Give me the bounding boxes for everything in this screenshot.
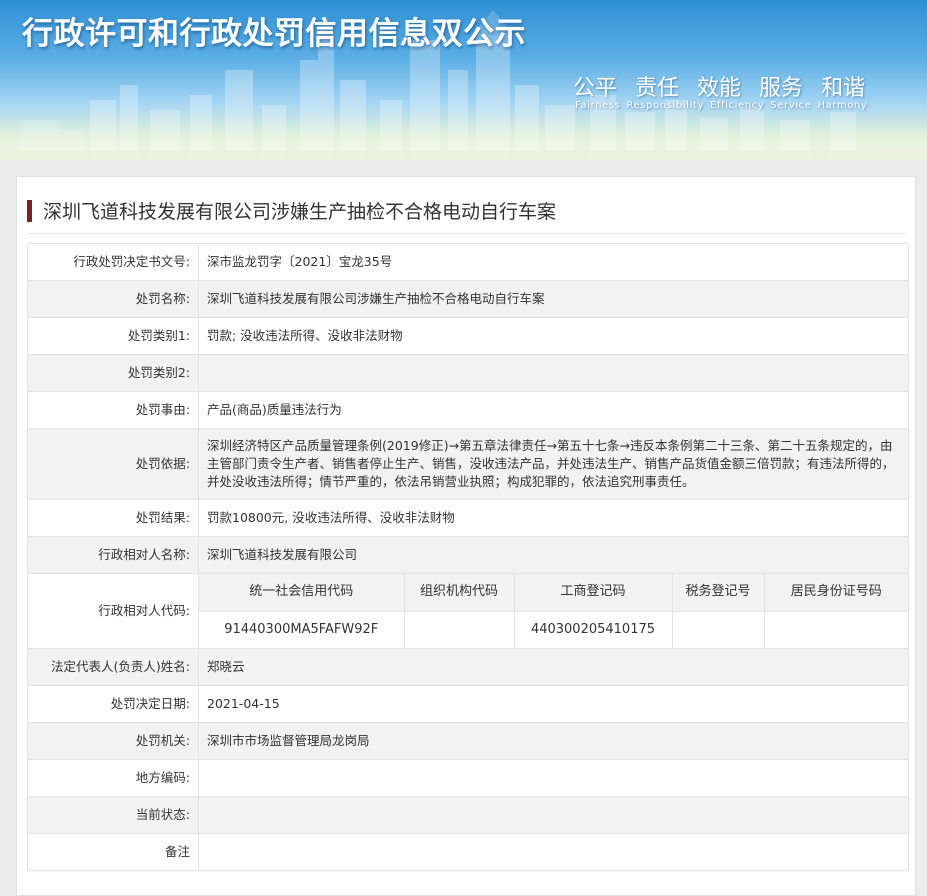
slogan-word-en: Harmony bbox=[817, 100, 868, 111]
case-header: 深圳飞道科技发展有限公司涉嫌生产抽检不合格电动自行车案 bbox=[27, 195, 905, 234]
code-value-cell bbox=[763, 610, 908, 648]
code-header-cell: 统一社会信用代码 bbox=[199, 574, 405, 612]
code-value-cell: 91440300MA5FAFW92F bbox=[199, 610, 405, 648]
table-row: 处罚类别2: bbox=[27, 354, 909, 392]
table-row: 处罚机关: 深圳市市场监督管理局龙岗局 bbox=[27, 722, 909, 760]
code-value-cell bbox=[671, 610, 765, 648]
table-row: 地方编码: bbox=[27, 759, 909, 797]
legal-rep-label: 法定代表人(负责人)姓名: bbox=[27, 648, 199, 686]
decision-date-value: 2021-04-15 bbox=[198, 685, 909, 723]
header-banner: 行政许可和行政处罚信用信息双公示 公平 责任 效能 服务 和谐 Fairness… bbox=[0, 0, 927, 160]
code-header-cell: 组织机构代码 bbox=[403, 574, 515, 612]
category2-label: 处罚类别2: bbox=[27, 354, 199, 392]
decision-date-label: 处罚决定日期: bbox=[27, 685, 199, 723]
result-value: 罚款10800元, 没收违法所得、没收非法财物 bbox=[198, 499, 909, 537]
local-code-value bbox=[198, 759, 909, 797]
table-row: 处罚名称: 深圳飞道科技发展有限公司涉嫌生产抽检不合格电动自行车案 bbox=[27, 280, 909, 318]
code-header-cell: 工商登记码 bbox=[513, 574, 673, 612]
status-value bbox=[198, 796, 909, 834]
table-row: 行政相对人名称: 深圳飞道科技发展有限公司 bbox=[27, 536, 909, 574]
code-header-cell: 居民身份证号码 bbox=[763, 574, 908, 612]
table-row: 处罚决定日期: 2021-04-15 bbox=[27, 685, 909, 723]
case-title: 深圳飞道科技发展有限公司涉嫌生产抽检不合格电动自行车案 bbox=[43, 201, 557, 223]
slogan-word: 责任 bbox=[635, 76, 680, 101]
penalty-name-label: 处罚名称: bbox=[27, 280, 199, 318]
result-label: 处罚结果: bbox=[27, 499, 199, 537]
status-label: 当前状态: bbox=[27, 796, 199, 834]
decision-no-label: 行政处罚决定书文号: bbox=[27, 243, 199, 281]
slogan-word-en: Service bbox=[770, 100, 812, 111]
slogan-word: 公平 bbox=[573, 76, 618, 101]
slogan-word-en: Efficiency bbox=[709, 100, 765, 111]
slogan-word-en: Fairness bbox=[575, 100, 621, 111]
remarks-label: 备注 bbox=[27, 833, 199, 871]
slogan-english: Fairness Responsibility Efficiency Servi… bbox=[575, 100, 867, 111]
table-row: 处罚依据: 深圳经济特区产品质量管理条例(2019修正)→第五章法律责任→第五十… bbox=[27, 428, 909, 500]
authority-value: 深圳市市场监督管理局龙岗局 bbox=[198, 722, 909, 760]
local-code-label: 地方编码: bbox=[27, 759, 199, 797]
code-value-cell bbox=[403, 610, 515, 648]
site-title: 行政许可和行政处罚信用信息双公示 bbox=[22, 16, 526, 52]
case-detail-panel: 深圳飞道科技发展有限公司涉嫌生产抽检不合格电动自行车案 行政处罚决定书文号: 深… bbox=[16, 176, 916, 896]
basis-value: 深圳经济特区产品质量管理条例(2019修正)→第五章法律责任→第五十七条→违反本… bbox=[198, 428, 909, 500]
table-row: 处罚结果: 罚款10800元, 没收违法所得、没收非法财物 bbox=[27, 499, 909, 537]
party-name-label: 行政相对人名称: bbox=[27, 536, 199, 574]
code-header-cell: 税务登记号 bbox=[671, 574, 765, 612]
authority-label: 处罚机关: bbox=[27, 722, 199, 760]
decision-no-value: 深市监龙罚字〔2021〕宝龙35号 bbox=[198, 243, 909, 281]
slogan-word-en: Responsibility bbox=[626, 100, 704, 111]
category1-value: 罚款; 没收违法所得、没收非法财物 bbox=[198, 317, 909, 355]
case-info-table: 行政处罚决定书文号: 深市监龙罚字〔2021〕宝龙35号 处罚名称: 深圳飞道科… bbox=[27, 243, 909, 871]
slogan-word: 效能 bbox=[697, 76, 742, 101]
code-value-cell: 440300205410175 bbox=[513, 610, 673, 648]
table-row: 处罚类别1: 罚款; 没收违法所得、没收非法财物 bbox=[27, 317, 909, 355]
table-row: 当前状态: bbox=[27, 796, 909, 834]
code-header-row: 统一社会信用代码 组织机构代码 工商登记码 税务登记号 居民身份证号码 bbox=[199, 574, 908, 612]
table-row: 行政处罚决定书文号: 深市监龙罚字〔2021〕宝龙35号 bbox=[27, 243, 909, 281]
category1-label: 处罚类别1: bbox=[27, 317, 199, 355]
legal-rep-value: 郑晓云 bbox=[198, 648, 909, 686]
table-row: 处罚事由: 产品(商品)质量违法行为 bbox=[27, 391, 909, 429]
table-row: 行政相对人代码: 统一社会信用代码 组织机构代码 工商登记码 税务登记号 居民身… bbox=[27, 573, 909, 649]
party-code-label: 行政相对人代码: bbox=[27, 573, 199, 649]
basis-label: 处罚依据: bbox=[27, 428, 199, 500]
category2-value bbox=[198, 354, 909, 392]
party-code-table: 统一社会信用代码 组织机构代码 工商登记码 税务登记号 居民身份证号码 9144… bbox=[199, 574, 908, 648]
slogan-word: 和谐 bbox=[821, 76, 866, 101]
table-row: 备注 bbox=[27, 833, 909, 871]
slogan-chinese: 公平 责任 效能 服务 和谐 bbox=[573, 70, 865, 102]
code-value-row: 91440300MA5FAFW92F 440300205410175 bbox=[199, 610, 908, 648]
reason-label: 处罚事由: bbox=[27, 391, 199, 429]
party-name-value: 深圳飞道科技发展有限公司 bbox=[198, 536, 909, 574]
table-row: 法定代表人(负责人)姓名: 郑晓云 bbox=[27, 648, 909, 686]
party-code-cell: 统一社会信用代码 组织机构代码 工商登记码 税务登记号 居民身份证号码 9144… bbox=[198, 573, 909, 649]
slogan-word: 服务 bbox=[759, 76, 804, 101]
reason-value: 产品(商品)质量违法行为 bbox=[198, 391, 909, 429]
remarks-value bbox=[198, 833, 909, 871]
title-accent-bar bbox=[27, 200, 32, 222]
penalty-name-value: 深圳飞道科技发展有限公司涉嫌生产抽检不合格电动自行车案 bbox=[198, 280, 909, 318]
